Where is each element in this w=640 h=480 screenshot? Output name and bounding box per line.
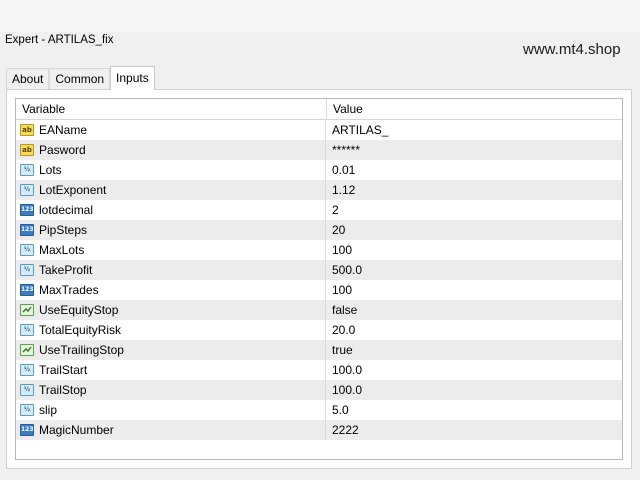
table-header: Variable Value [16, 99, 622, 120]
table-row[interactable]: ½ LotExponent 1.12 [16, 180, 622, 200]
variable-name: EAName [39, 123, 88, 137]
boolean-type-icon [20, 304, 34, 316]
integer-type-icon: 123 [20, 284, 34, 296]
column-header-variable[interactable]: Variable [16, 99, 327, 119]
table-row[interactable]: UseEquityStop false [16, 300, 622, 320]
table-row[interactable]: ½ TotalEquityRisk 20.0 [16, 320, 622, 340]
value-cell[interactable]: 5.0 [326, 400, 349, 420]
integer-type-icon: 123 [20, 424, 34, 436]
variable-cell: ½ TrailStop [16, 380, 326, 400]
boolean-type-icon [20, 344, 34, 356]
value-cell[interactable]: 100.0 [326, 380, 362, 400]
string-type-icon: ab [20, 124, 34, 136]
window-title: Expert - ARTILAS_fix [5, 34, 114, 46]
top-strip [0, 0, 640, 32]
table-row[interactable]: 123 PipSteps 20 [16, 220, 622, 240]
string-type-icon: ab [20, 144, 34, 156]
variable-name: PipSteps [39, 223, 88, 237]
tab-bar: About Common Inputs [6, 65, 155, 90]
value-cell[interactable]: 1.12 [326, 180, 355, 200]
inputs-table: Variable Value ab EAName ARTILAS_ ab Pasword… [15, 98, 623, 460]
table-row[interactable]: ½ Lots 0.01 [16, 160, 622, 180]
double-type-icon: ½ [20, 244, 34, 256]
variable-cell: 123 MaxTrades [16, 280, 326, 300]
value-cell[interactable]: ARTILAS_ [326, 120, 388, 140]
table-row[interactable]: ½ TrailStop 100.0 [16, 380, 622, 400]
variable-name: lotdecimal [39, 203, 94, 217]
value-cell[interactable]: 500.0 [326, 260, 362, 280]
variable-name: TakeProfit [39, 263, 93, 277]
table-row[interactable]: ½ TrailStart 100.0 [16, 360, 622, 380]
value-cell[interactable]: 100 [326, 240, 352, 260]
value-cell[interactable]: 2222 [326, 420, 359, 440]
double-type-icon: ½ [20, 164, 34, 176]
variable-cell: ½ TrailStart [16, 360, 326, 380]
inputs-panel: Variable Value ab EAName ARTILAS_ ab Pasword… [6, 89, 632, 469]
double-type-icon: ½ [20, 404, 34, 416]
table-row[interactable]: 123 MaxTrades 100 [16, 280, 622, 300]
variable-name: TotalEquityRisk [39, 323, 122, 337]
value-cell[interactable]: true [326, 340, 353, 360]
variable-name: MaxLots [39, 243, 85, 257]
double-type-icon: ½ [20, 264, 34, 276]
double-type-icon: ½ [20, 184, 34, 196]
double-type-icon: ½ [20, 324, 34, 336]
table-body: ab EAName ARTILAS_ ab Pasword ****** ½ Lots 0.01… [16, 120, 622, 440]
integer-type-icon: 123 [20, 204, 34, 216]
variable-name: UseTrailingStop [39, 343, 124, 357]
table-row[interactable]: ab EAName ARTILAS_ [16, 120, 622, 140]
value-cell[interactable]: ****** [326, 140, 360, 160]
value-cell[interactable]: 0.01 [326, 160, 355, 180]
variable-cell: ½ TakeProfit [16, 260, 326, 280]
variable-cell: 123 MagicNumber [16, 420, 326, 440]
variable-name: Pasword [39, 143, 86, 157]
tab-inputs[interactable]: Inputs [110, 66, 155, 90]
variable-cell: 123 lotdecimal [16, 200, 326, 220]
variable-cell: ½ LotExponent [16, 180, 326, 200]
variable-cell: ½ TotalEquityRisk [16, 320, 326, 340]
variable-name: slip [39, 403, 58, 417]
variable-cell: ½ slip [16, 400, 326, 420]
variable-cell: ½ MaxLots [16, 240, 326, 260]
value-cell[interactable]: 2 [326, 200, 339, 220]
variable-name: TrailStart [39, 363, 88, 377]
variable-cell: UseEquityStop [16, 300, 326, 320]
value-cell[interactable]: 100 [326, 280, 352, 300]
double-type-icon: ½ [20, 364, 34, 376]
integer-type-icon: 123 [20, 224, 34, 236]
variable-name: Lots [39, 163, 62, 177]
double-type-icon: ½ [20, 384, 34, 396]
value-cell[interactable]: false [326, 300, 357, 320]
variable-cell: 123 PipSteps [16, 220, 326, 240]
table-row[interactable]: ab Pasword ****** [16, 140, 622, 160]
variable-name: MagicNumber [39, 423, 114, 437]
variable-cell: ab EAName [16, 120, 326, 140]
table-row[interactable]: UseTrailingStop true [16, 340, 622, 360]
column-header-value[interactable]: Value [327, 99, 613, 119]
variable-name: UseEquityStop [39, 303, 119, 317]
variable-name: LotExponent [39, 183, 107, 197]
variable-name: MaxTrades [39, 283, 99, 297]
value-cell[interactable]: 100.0 [326, 360, 362, 380]
variable-cell: ½ Lots [16, 160, 326, 180]
tab-common[interactable]: Common [49, 68, 111, 89]
table-row[interactable]: 123 lotdecimal 2 [16, 200, 622, 220]
table-row[interactable]: ½ TakeProfit 500.0 [16, 260, 622, 280]
variable-cell: ab Pasword [16, 140, 326, 160]
tab-about[interactable]: About [6, 68, 50, 89]
table-row[interactable]: ½ MaxLots 100 [16, 240, 622, 260]
value-cell[interactable]: 20 [326, 220, 345, 240]
variable-name: TrailStop [39, 383, 87, 397]
table-row[interactable]: 123 MagicNumber 2222 [16, 420, 622, 440]
value-cell[interactable]: 20.0 [326, 320, 355, 340]
watermark-text: www.mt4.shop [523, 41, 621, 58]
variable-cell: UseTrailingStop [16, 340, 326, 360]
table-row[interactable]: ½ slip 5.0 [16, 400, 622, 420]
